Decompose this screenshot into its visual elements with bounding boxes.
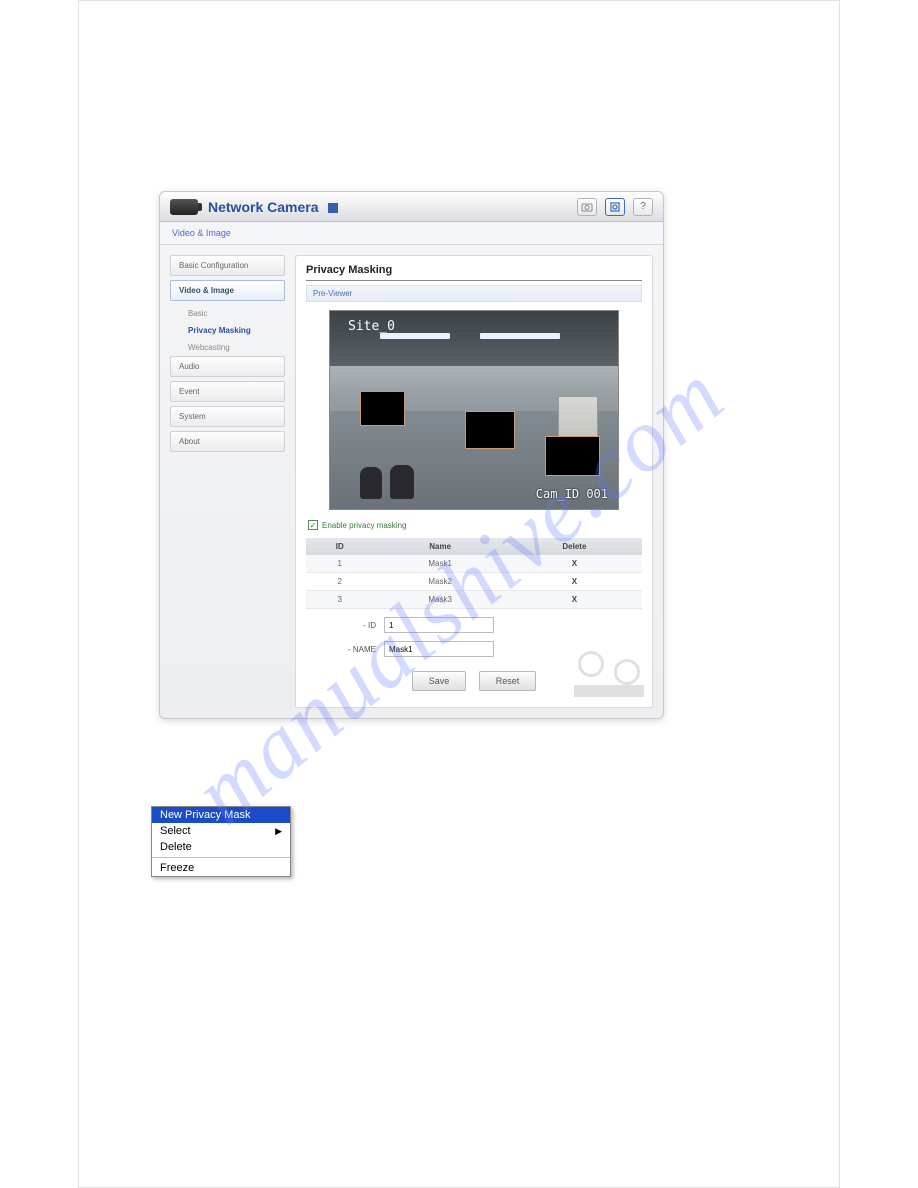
- privacy-mask-region[interactable]: [545, 436, 600, 476]
- sidebar: Basic Configuration Video & Image Basic …: [170, 255, 285, 708]
- table-row[interactable]: 2 Mask2 X: [306, 573, 642, 591]
- camera-logo-icon: [170, 199, 198, 215]
- camera-preview[interactable]: Site_0 Cam_ID 001: [329, 310, 619, 510]
- preview-person: [360, 467, 382, 499]
- delete-mask-button[interactable]: X: [507, 591, 642, 609]
- privacy-mask-region[interactable]: [360, 391, 405, 426]
- table-row[interactable]: 3 Mask3 X: [306, 591, 642, 609]
- cell-id: 3: [306, 591, 374, 609]
- help-icon[interactable]: ?: [633, 198, 653, 216]
- preview-site-label: Site_0: [348, 319, 395, 334]
- preview-person: [390, 465, 414, 499]
- ceiling-light-icon: [480, 333, 560, 339]
- main-panel: Privacy Masking Pre-Viewer Site_0 Cam_ID…: [295, 255, 653, 708]
- film-reel-decoration-icon: [574, 649, 644, 699]
- reset-button[interactable]: Reset: [479, 671, 537, 691]
- cell-id: 2: [306, 573, 374, 591]
- app-title-text: Network Camera: [208, 199, 319, 215]
- sidebar-item-basic-config[interactable]: Basic Configuration: [170, 255, 285, 276]
- enable-masking-label: Enable privacy masking: [322, 521, 406, 530]
- ctx-item-label: Delete: [160, 841, 192, 853]
- app-window: Network Camera ? Video & Image Basic Con…: [159, 191, 664, 719]
- cell-name: Mask2: [374, 573, 507, 591]
- cell-name: Mask1: [374, 555, 507, 573]
- sidebar-item-system[interactable]: System: [170, 406, 285, 427]
- title-bar: Network Camera ?: [160, 192, 663, 222]
- ctx-item-label: Select: [160, 825, 191, 837]
- ctx-freeze[interactable]: Freeze: [152, 860, 290, 876]
- cell-id: 1: [306, 555, 374, 573]
- col-delete: Delete: [507, 538, 642, 555]
- name-label: - NAME: [306, 645, 376, 654]
- panel-title: Privacy Masking: [306, 264, 642, 281]
- ctx-item-label: Freeze: [160, 862, 194, 874]
- id-label: - ID: [306, 621, 376, 630]
- sidebar-item-about[interactable]: About: [170, 431, 285, 452]
- col-id: ID: [306, 538, 374, 555]
- table-row[interactable]: 1 Mask1 X: [306, 555, 642, 573]
- delete-mask-button[interactable]: X: [507, 573, 642, 591]
- ctx-select[interactable]: Select ▶: [152, 823, 290, 839]
- preview-cam-label: Cam_ID 001: [536, 487, 608, 501]
- col-name: Name: [374, 538, 507, 555]
- save-button[interactable]: Save: [412, 671, 467, 691]
- enable-masking-row: ✓ Enable privacy masking: [308, 520, 640, 530]
- ctx-item-label: New Privacy Mask: [160, 809, 250, 821]
- mask-table: ID Name Delete 1 Mask1 X 2 Mask2 X: [306, 538, 642, 609]
- submenu-arrow-icon: ▶: [275, 826, 282, 837]
- ctx-separator: [152, 857, 290, 858]
- ctx-delete[interactable]: Delete: [152, 839, 290, 855]
- id-input[interactable]: [384, 617, 494, 633]
- sidebar-item-video-image[interactable]: Video & Image: [170, 280, 285, 301]
- sidebar-item-audio[interactable]: Audio: [170, 356, 285, 377]
- app-title: Network Camera: [208, 199, 577, 215]
- sidebar-item-event[interactable]: Event: [170, 381, 285, 402]
- delete-mask-button[interactable]: X: [507, 555, 642, 573]
- ctx-new-privacy-mask[interactable]: New Privacy Mask: [152, 807, 290, 823]
- settings-icon[interactable]: [605, 198, 625, 216]
- name-input[interactable]: [384, 641, 494, 657]
- preview-header: Pre-Viewer: [306, 285, 642, 302]
- sidebar-sub-privacy-masking[interactable]: Privacy Masking: [170, 322, 285, 339]
- sidebar-sub-basic[interactable]: Basic: [170, 305, 285, 322]
- privacy-mask-region[interactable]: [465, 411, 515, 449]
- breadcrumb: Video & Image: [160, 222, 663, 245]
- sidebar-sub-webcasting[interactable]: Webcasting: [170, 339, 285, 356]
- title-indicator-icon: [328, 203, 338, 213]
- cell-name: Mask3: [374, 591, 507, 609]
- context-menu: New Privacy Mask Select ▶ Delete Freeze: [151, 806, 291, 877]
- enable-masking-checkbox[interactable]: ✓: [308, 520, 318, 530]
- snapshot-icon[interactable]: [577, 198, 597, 216]
